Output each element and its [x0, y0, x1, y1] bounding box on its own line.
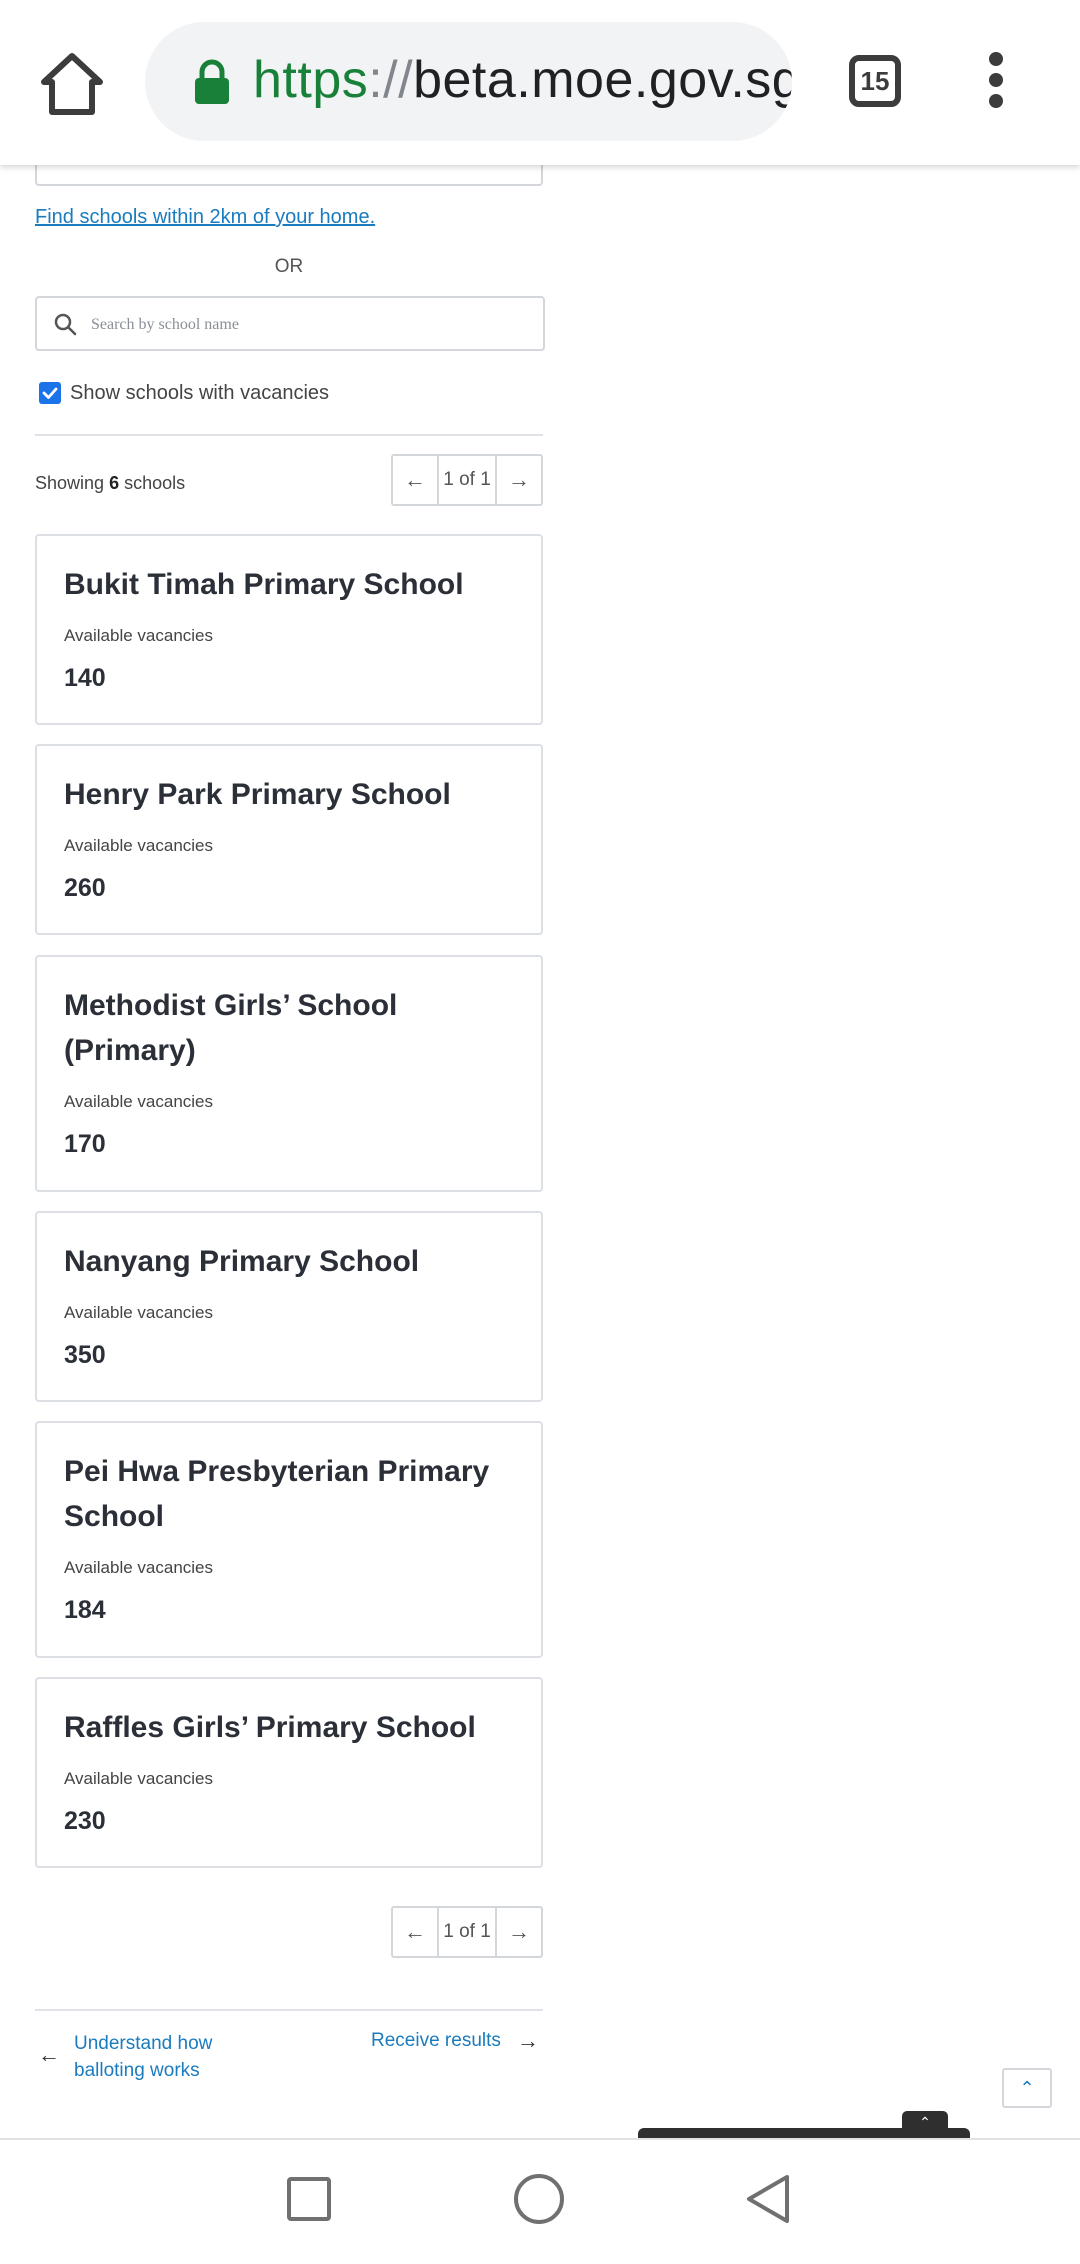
school-card[interactable]: Methodist Girls’ School (Primary) Availa… [35, 955, 543, 1192]
page-indicator: 1 of 1 [437, 456, 497, 504]
chevron-up-icon: ⌃ [919, 2113, 931, 2130]
find-within-2km-link[interactable]: Find schools within 2km of your home. [35, 206, 375, 229]
school-search-input[interactable] [89, 298, 533, 351]
school-card[interactable]: Henry Park Primary School Available vaca… [35, 744, 543, 935]
vacancies-checkbox[interactable] [39, 382, 61, 404]
school-name[interactable]: Methodist Girls’ School (Primary) [64, 983, 521, 1073]
page-indicator: 1 of 1 [437, 1908, 497, 1956]
school-name[interactable]: Henry Park Primary School [64, 772, 521, 817]
bottom-sheet-handle[interactable]: ⌃ [902, 2111, 948, 2133]
browser-toolbar: https://beta.moe.gov.sg 15 [0, 0, 1080, 165]
school-card[interactable]: Pei Hwa Presbyterian Primary School Avai… [35, 1421, 543, 1658]
vacancies-label: Available vacancies [64, 626, 213, 645]
overflow-menu-icon[interactable] [976, 52, 1016, 112]
vacancies-label: Available vacancies [64, 1092, 213, 1111]
chevron-up-icon: ⌃ [1019, 2077, 1035, 2098]
vacancies-count: 170 [64, 1130, 106, 1158]
pagination-bottom: ← 1 of 1 → [391, 1906, 543, 1958]
system-navigation-bar [0, 2138, 1080, 2264]
search-icon [54, 313, 77, 336]
vacancies-checkbox-label[interactable]: Show schools with vacancies [70, 382, 329, 405]
school-card[interactable]: Nanyang Primary School Available vacanci… [35, 1211, 543, 1402]
vacancies-label: Available vacancies [64, 1558, 213, 1577]
vacancies-count: 184 [64, 1596, 106, 1624]
home-circle-icon[interactable] [514, 2174, 564, 2224]
showing-count: 6 [109, 473, 120, 493]
prev-page-button[interactable]: ← [393, 1908, 437, 1956]
vacancies-label: Available vacancies [64, 836, 213, 855]
url-scheme: https [253, 51, 369, 109]
or-separator: OR [274, 256, 304, 277]
vacancies-label: Available vacancies [64, 1769, 213, 1788]
school-card[interactable]: Raffles Girls’ Primary School Available … [35, 1677, 543, 1868]
next-page-button[interactable]: → [497, 1908, 541, 1956]
lock-icon [195, 59, 229, 104]
showing-suffix: schools [124, 473, 186, 493]
next-page-button[interactable]: → [497, 456, 541, 504]
vacancies-count: 350 [64, 1341, 106, 1369]
prev-step-link[interactable]: Understand how balloting works [74, 2030, 274, 2084]
back-triangle-icon[interactable] [745, 2173, 791, 2225]
school-name[interactable]: Nanyang Primary School [64, 1239, 521, 1284]
arrow-right-icon: → [517, 2028, 539, 2053]
back-to-top-button[interactable]: ⌃ [1002, 2068, 1052, 2108]
school-name[interactable]: Bukit Timah Primary School [64, 562, 521, 607]
next-step-link[interactable]: Receive results [371, 2030, 501, 2052]
arrow-left-icon: ← [38, 2042, 60, 2067]
recents-icon[interactable] [287, 2177, 331, 2221]
prev-page-button[interactable]: ← [393, 456, 437, 504]
url-separator: :// [368, 51, 414, 109]
vacancies-label: Available vacancies [64, 1303, 213, 1322]
vacancies-count: 140 [64, 664, 106, 692]
divider [35, 2009, 543, 2011]
url-text: https://beta.moe.gov.sg [253, 50, 792, 110]
vacancies-count: 260 [64, 874, 106, 902]
home-icon[interactable] [38, 50, 106, 118]
divider [35, 434, 543, 436]
address-bar[interactable]: https://beta.moe.gov.sg [145, 22, 792, 141]
url-host: beta.moe.gov.sg [413, 51, 792, 109]
showing-prefix: Showing [35, 473, 105, 493]
school-card[interactable]: Bukit Timah Primary School Available vac… [35, 534, 543, 725]
checkmark-icon [42, 387, 58, 399]
school-name[interactable]: Pei Hwa Presbyterian Primary School [64, 1449, 521, 1539]
school-search-field[interactable] [35, 296, 545, 351]
tab-switcher-button[interactable]: 15 [849, 55, 901, 107]
results-count: Showing 6 schools [35, 473, 185, 494]
pagination-top: ← 1 of 1 → [391, 454, 543, 506]
tab-count: 15 [860, 65, 890, 96]
vacancies-count: 230 [64, 1807, 106, 1835]
school-name[interactable]: Raffles Girls’ Primary School [64, 1705, 521, 1750]
